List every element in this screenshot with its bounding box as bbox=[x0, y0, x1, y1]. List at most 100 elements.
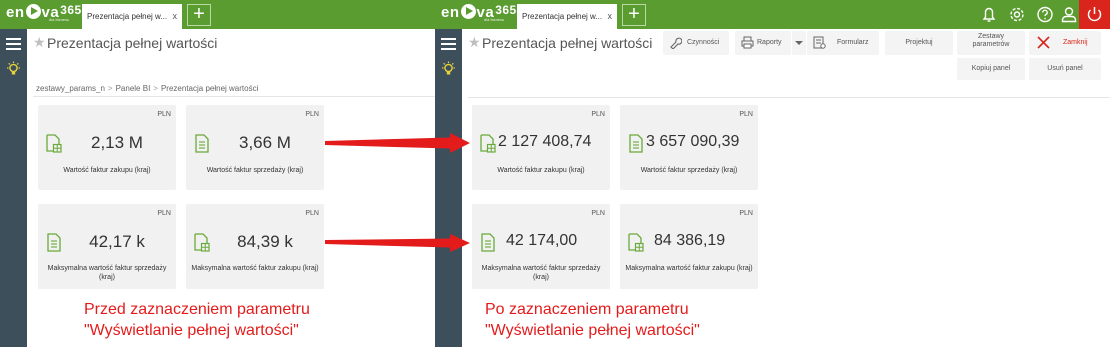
kpi-value: 42,17 k bbox=[89, 232, 145, 251]
page-title: Prezentacja pełnej wartości bbox=[47, 35, 218, 51]
reports-label: Raporty bbox=[757, 39, 782, 46]
kpi-value: 3 657 090,39 bbox=[646, 133, 740, 150]
chevron-right-icon: > bbox=[153, 84, 158, 93]
invoice-purchase-icon bbox=[628, 233, 644, 252]
bell-icon[interactable] bbox=[975, 0, 1003, 29]
caption-line: Przed zaznaczeniem parametru bbox=[84, 301, 310, 318]
kpi-label: Maksymalna wartość faktur sprzedaży (kra… bbox=[47, 265, 167, 281]
after-panel: en va365 dla biznesu Prezentacja pełnej w… bbox=[435, 0, 1110, 347]
kpi-value: 84 386,19 bbox=[654, 232, 726, 249]
currency-label: PLN bbox=[305, 111, 319, 118]
divider bbox=[468, 97, 1110, 98]
actions-label: Czynności bbox=[687, 39, 720, 46]
kpi-label: Maksymalna wartość faktur zakupu (kraj) bbox=[625, 265, 753, 272]
close-icon[interactable]: x bbox=[173, 11, 178, 21]
form-button[interactable]: Formularz bbox=[807, 31, 879, 55]
kpi-card[interactable]: PLN 84 386,19 Maksymalna wartość faktur … bbox=[620, 204, 758, 289]
caption-line: "Wyświetlanie pełnej wartości" bbox=[84, 322, 299, 339]
hamburger-menu-icon[interactable] bbox=[441, 38, 456, 53]
invoice-purchase-icon bbox=[194, 233, 210, 252]
wrench-icon bbox=[670, 37, 682, 49]
invoice-purchase-icon bbox=[46, 134, 62, 153]
form-icon bbox=[813, 36, 826, 49]
hamburger-menu-icon[interactable] bbox=[6, 38, 21, 53]
new-tab-button[interactable]: + bbox=[622, 4, 646, 26]
close-label: Zamknij bbox=[1063, 39, 1088, 46]
caption-line: Po zaznaczeniem parametru bbox=[485, 301, 689, 318]
kpi-label: Wartość faktur zakupu (kraj) bbox=[497, 167, 585, 174]
caption-before: Przed zaznaczeniem parametru "Wyświetlan… bbox=[84, 299, 310, 341]
breadcrumb-item[interactable]: Panele BI bbox=[116, 84, 151, 93]
star-icon[interactable]: ★ bbox=[468, 34, 481, 51]
currency-label: PLN bbox=[591, 210, 605, 217]
power-icon[interactable] bbox=[1079, 0, 1110, 29]
top-bar: en va365 dla biznesu Prezentacja pełnej w… bbox=[0, 0, 435, 29]
printer-icon bbox=[741, 36, 754, 49]
reports-button[interactable]: Raporty bbox=[735, 31, 791, 55]
caption-line: "Wyświetlanie pełnej wartości" bbox=[485, 322, 700, 339]
chevron-right-icon: > bbox=[107, 84, 113, 93]
copy-panel-label: Kopiuj panel bbox=[971, 65, 1011, 72]
kpi-label: Maksymalna wartość faktur zakupu (kraj) bbox=[191, 265, 319, 272]
kpi-label: Wartość faktur sprzedaży (kraj) bbox=[206, 167, 304, 174]
kpi-value: 84,39 k bbox=[237, 232, 293, 251]
close-button[interactable]: Zamknij bbox=[1029, 31, 1101, 55]
logo-text: en bbox=[6, 4, 25, 21]
currency-label: PLN bbox=[591, 111, 605, 118]
top-bar: en va365 dla biznesu Prezentacja pełnej w… bbox=[435, 0, 1110, 29]
kpi-label: Wartość faktur sprzedaży (kraj) bbox=[640, 167, 738, 174]
sidebar bbox=[0, 29, 27, 347]
breadcrumb-item[interactable]: zestawy_params_n bbox=[36, 84, 105, 93]
close-icon bbox=[1037, 36, 1050, 49]
currency-label: PLN bbox=[739, 111, 753, 118]
kpi-value: 42 174,00 bbox=[506, 232, 578, 249]
invoice-sales-icon bbox=[47, 233, 61, 252]
currency-label: PLN bbox=[157, 111, 171, 118]
tab-presentation[interactable]: Prezentacja pełnej w... x bbox=[82, 4, 182, 29]
lightbulb-icon[interactable] bbox=[441, 61, 456, 78]
kpi-label: Wartość faktur zakupu (kraj) bbox=[63, 167, 151, 174]
sidebar bbox=[435, 29, 462, 347]
logo-subtitle: dla biznesu bbox=[484, 17, 505, 22]
breadcrumb-item: Prezentacja pełnej wartości bbox=[160, 84, 259, 93]
tab-label: Prezentacja pełnej w... bbox=[87, 12, 168, 21]
currency-label: PLN bbox=[739, 210, 753, 217]
kpi-value: 2 127 408,74 bbox=[498, 133, 592, 150]
kpi-card[interactable]: PLN 3 657 090,39 Wartość faktur sprzedaż… bbox=[620, 105, 758, 190]
copy-panel-button[interactable]: Kopiuj panel bbox=[957, 58, 1025, 80]
parameter-sets-label: parametrów bbox=[972, 41, 1010, 48]
parameter-sets-label: Zestawy bbox=[977, 33, 1005, 40]
chevron-down-icon bbox=[795, 41, 803, 45]
kpi-card[interactable]: PLN 2,13 M Wartość faktur zakupu (kraj) bbox=[38, 105, 176, 190]
kpi-card[interactable]: PLN 2 127 408,74 Wartość faktur zakupu (… bbox=[472, 105, 610, 190]
actions-button[interactable]: Czynności bbox=[663, 31, 729, 55]
enova-logo[interactable]: en va365 dla biznesu bbox=[441, 3, 517, 22]
logo-play-icon bbox=[460, 4, 476, 19]
caption-after: Po zaznaczeniem parametru "Wyświetlanie … bbox=[485, 299, 700, 341]
delete-panel-button[interactable]: Usuń panel bbox=[1029, 58, 1101, 80]
new-tab-button[interactable]: + bbox=[187, 4, 211, 26]
kpi-card[interactable]: PLN 42 174,00 Maksymalna wartość faktur … bbox=[472, 204, 610, 289]
logo-text: en bbox=[441, 4, 460, 21]
tab-presentation[interactable]: Prezentacja pełnej w... x bbox=[517, 4, 617, 29]
breadcrumb: zestawy_params_n > Panele BI > Prezentacja p… bbox=[36, 84, 258, 93]
invoice-purchase-icon bbox=[480, 134, 496, 153]
kpi-value: 3,66 M bbox=[239, 133, 291, 152]
currency-label: PLN bbox=[305, 210, 319, 217]
star-icon[interactable]: ★ bbox=[33, 34, 46, 51]
logo-number: 365 bbox=[495, 3, 517, 17]
kpi-card[interactable]: PLN 3,66 M Wartość faktur sprzedaży (kra… bbox=[186, 105, 324, 190]
invoice-sales-icon bbox=[481, 233, 495, 252]
kpi-card[interactable]: PLN 42,17 k Maksymalna wartość faktur sp… bbox=[38, 204, 176, 289]
design-button[interactable]: Projektuj bbox=[885, 31, 953, 55]
gear-icon[interactable] bbox=[1003, 0, 1031, 29]
lightbulb-icon[interactable] bbox=[6, 61, 21, 78]
close-icon[interactable]: x bbox=[608, 11, 613, 21]
kpi-value: 2,13 M bbox=[91, 133, 143, 152]
enova-logo[interactable]: en va365 dla biznesu bbox=[6, 3, 82, 22]
logo-subtitle: dla biznesu bbox=[49, 17, 70, 22]
kpi-card[interactable]: PLN 84,39 k Maksymalna wartość faktur za… bbox=[186, 204, 324, 289]
invoice-sales-icon bbox=[629, 134, 643, 153]
parameter-sets-button[interactable]: Zestawy parametrów bbox=[957, 31, 1025, 55]
reports-dropdown-button[interactable] bbox=[792, 31, 806, 55]
